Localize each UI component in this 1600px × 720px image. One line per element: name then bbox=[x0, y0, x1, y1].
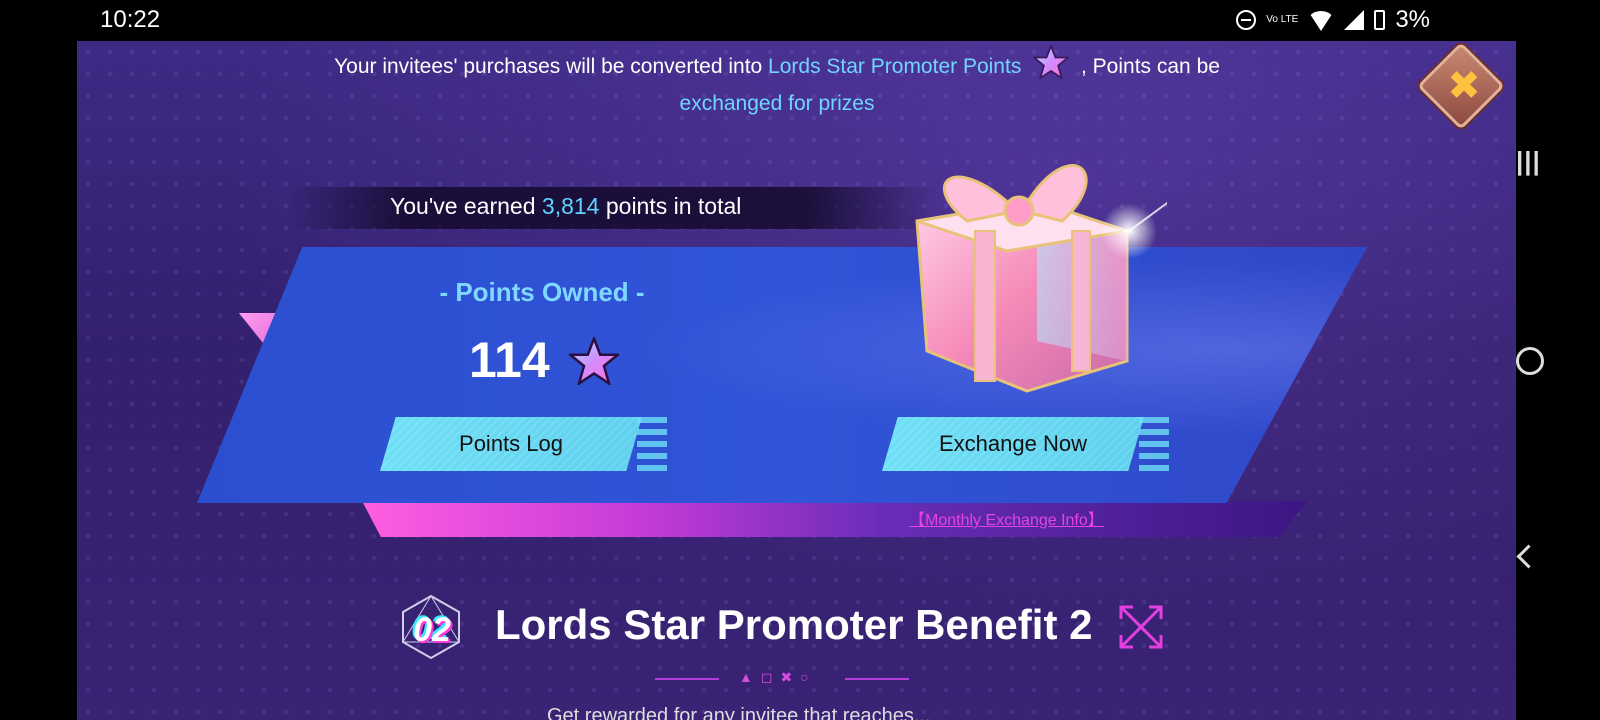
benefit-subtext: Get rewarded for any invitee that reache… bbox=[547, 705, 931, 720]
expand-arrows-icon bbox=[1119, 605, 1163, 649]
intro-line2: exchanged for prizes bbox=[679, 92, 875, 115]
points-owned-value: 114 bbox=[469, 332, 550, 388]
button-trail-decoration bbox=[637, 417, 667, 471]
button-trail-decoration bbox=[1139, 417, 1169, 471]
banner-bottom-strip bbox=[362, 501, 1307, 537]
benefit-number: 02 bbox=[413, 611, 451, 649]
volte-icon: Vo LTE bbox=[1266, 14, 1299, 25]
section-divider: ▲◻✖○ bbox=[655, 669, 909, 689]
signal-icon bbox=[1344, 10, 1365, 30]
earned-suffix: points in total bbox=[599, 193, 742, 219]
benefit-title: Lords Star Promoter Benefit 2 bbox=[495, 601, 1093, 648]
gift-box-icon bbox=[915, 164, 1167, 393]
earned-total: You've earned 3,814 points in total bbox=[390, 193, 741, 220]
exchange-now-button[interactable]: Exchange Now bbox=[882, 417, 1144, 471]
divider-line-left bbox=[655, 678, 719, 680]
divider-shapes-icon: ▲◻✖○ bbox=[739, 669, 817, 685]
status-icons: Vo LTE 3% bbox=[1236, 6, 1430, 34]
wifi-icon bbox=[1308, 11, 1335, 31]
points-banner bbox=[197, 247, 1367, 503]
points-owned-title: - Points Owned - bbox=[439, 277, 645, 307]
earned-value: 3,814 bbox=[541, 193, 600, 219]
points-log-button[interactable]: Points Log bbox=[380, 417, 642, 471]
recents-icon[interactable]: ||| bbox=[1516, 146, 1541, 177]
monthly-exchange-info-link[interactable]: 【Monthly Exchange Info】 bbox=[909, 506, 1104, 530]
home-icon[interactable] bbox=[1516, 347, 1544, 375]
clock: 10:22 bbox=[100, 6, 161, 33]
close-icon[interactable]: ✖ bbox=[1447, 66, 1481, 106]
divider-line-right bbox=[845, 678, 909, 680]
battery-icon bbox=[1374, 10, 1386, 30]
promoter-points-panel: Your invitees' purchases will be convert… bbox=[77, 41, 1516, 720]
earned-prefix: You've earned bbox=[390, 193, 542, 219]
intro-prefix: Your invitees' purchases will be convert… bbox=[334, 55, 769, 78]
status-bar: 10:22 Vo LTE 3% bbox=[0, 0, 1600, 40]
star-icon bbox=[1033, 45, 1070, 79]
intro-highlight: Lords Star Promoter Points bbox=[768, 55, 1022, 78]
back-icon[interactable] bbox=[1516, 544, 1541, 569]
star-icon bbox=[569, 337, 619, 385]
do-not-disturb-icon bbox=[1236, 10, 1257, 30]
intro-mid: , Points can be bbox=[1075, 55, 1220, 78]
battery-percent: 3% bbox=[1395, 6, 1430, 33]
